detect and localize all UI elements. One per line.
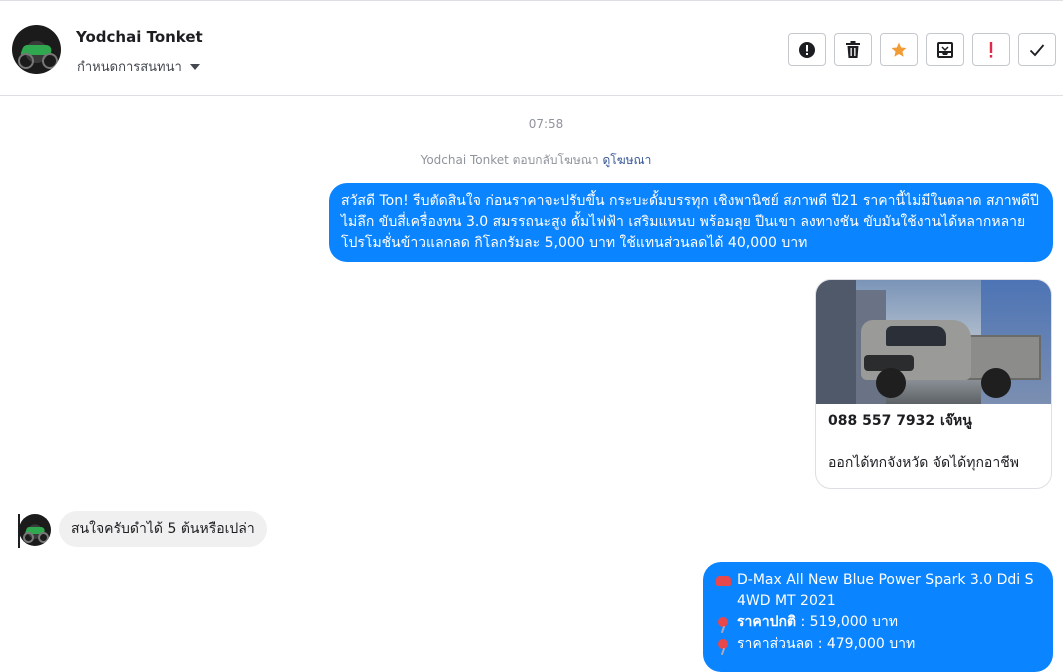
image-truck-wheel bbox=[876, 368, 906, 398]
spec-discount-text: ราคาส่วนลด : 479,000 บาท bbox=[737, 636, 916, 652]
conversation-settings-dropdown[interactable]: กำหนดการสนทนา bbox=[77, 56, 200, 77]
image-building bbox=[816, 280, 856, 404]
caret-down-icon bbox=[189, 63, 200, 70]
star-icon bbox=[891, 42, 907, 57]
exclamation-icon bbox=[989, 41, 993, 58]
move-to-inbox-button[interactable] bbox=[926, 33, 964, 66]
spec-price-value: : 519,000 บาท bbox=[800, 614, 899, 630]
avatar-wheel bbox=[42, 53, 58, 69]
image-truck-wheel bbox=[981, 368, 1011, 398]
message-timestamp: 07:58 bbox=[528, 117, 564, 131]
view-ad-link[interactable]: ดูโฆษณา bbox=[602, 153, 651, 167]
check-icon bbox=[1029, 43, 1045, 56]
spec-line-price: ราคาปกติ : 519,000 บาท bbox=[715, 612, 1041, 634]
ad-reply-notice: Yodchai Tonket ตอบกลับโฆษณา ดูโฆษณา bbox=[0, 151, 1063, 170]
mark-done-button[interactable] bbox=[1018, 33, 1056, 66]
conversation-toolbar bbox=[788, 33, 1056, 66]
trash-icon bbox=[846, 41, 860, 58]
car-icon bbox=[715, 570, 731, 593]
spec-model-text: D-Max All New Blue Power Spark 3.0 Ddi S… bbox=[737, 572, 1034, 609]
spec-line-discount: ราคาส่วนลด : 479,000 บาท bbox=[715, 634, 1041, 656]
conversation-settings-label: กำหนดการสนทนา bbox=[77, 60, 182, 75]
sender-avatar[interactable] bbox=[19, 514, 51, 546]
image-truck-window bbox=[886, 326, 946, 346]
report-spam-button[interactable] bbox=[788, 33, 826, 66]
ad-card-description: ออกได้ทกจังหวัด จัดได้ทุกอาชีพ bbox=[828, 455, 1019, 471]
spec-price-label: ราคาปกติ bbox=[737, 614, 797, 630]
archive-inbox-icon bbox=[937, 41, 953, 58]
avatar-wheel bbox=[18, 53, 34, 69]
spec-line-model: D-Max All New Blue Power Spark 3.0 Ddi S… bbox=[715, 570, 1041, 612]
outgoing-spec-message-bubble[interactable]: D-Max All New Blue Power Spark 3.0 Ddi S… bbox=[703, 562, 1053, 672]
avatar-wheel bbox=[23, 532, 34, 543]
delete-button[interactable] bbox=[834, 33, 872, 66]
mark-important-button[interactable] bbox=[972, 33, 1010, 66]
conversation-header: Yodchai Tonket กำหนดการสนทนา bbox=[0, 0, 1063, 96]
star-button[interactable] bbox=[880, 33, 918, 66]
pickup-truck-image bbox=[816, 280, 1051, 404]
pushpin-icon bbox=[715, 634, 731, 656]
spec-price-text: ราคาปกติ : 519,000 บาท bbox=[737, 612, 898, 633]
alert-circle-icon bbox=[799, 41, 815, 58]
ad-preview-card[interactable]: 088 557 7932 เจ๊หนู ออกได้ทกจังหวัด จัดไ… bbox=[815, 279, 1052, 489]
outgoing-message-bubble[interactable]: สวัสดี Ton! รีบตัดสินใจ ก่อนราคาจะปรับขึ… bbox=[329, 183, 1053, 262]
pushpin-icon bbox=[715, 612, 731, 634]
incoming-message-bubble[interactable]: สนใจครับดำได้ 5 ต้นหรือเปล่า bbox=[59, 511, 267, 547]
ad-card-title: 088 557 7932 เจ๊หนู bbox=[828, 413, 972, 429]
ad-reply-text: Yodchai Tonket ตอบกลับโฆษณา bbox=[420, 153, 599, 167]
contact-avatar[interactable] bbox=[12, 25, 61, 74]
avatar-wheel bbox=[38, 532, 49, 543]
contact-name[interactable]: Yodchai Tonket bbox=[76, 28, 203, 46]
